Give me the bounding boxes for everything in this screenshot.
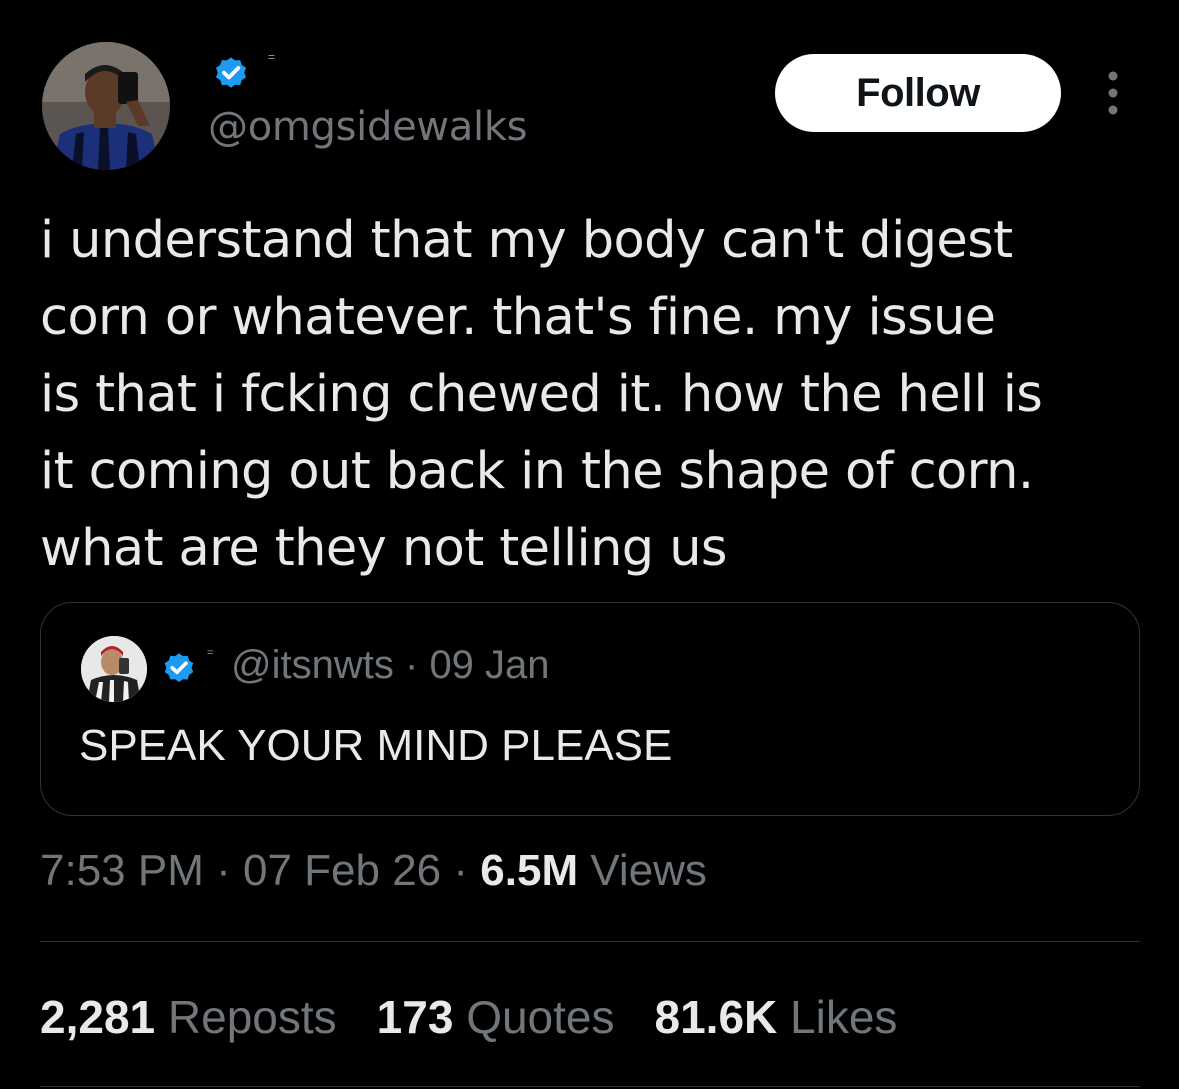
- meta-separator: ·: [453, 846, 469, 895]
- follow-button[interactable]: Follow: [775, 54, 1061, 132]
- quotes-count: 173: [376, 991, 454, 1043]
- likes-stat[interactable]: 81.6K Likes: [655, 991, 898, 1043]
- engagement-stats: 2,281 Reposts 173 Quotes 81.6K Likes: [40, 990, 897, 1044]
- author-handle[interactable]: @omgsidewalks: [208, 104, 528, 150]
- quoted-tweet-card[interactable]: = @itsnwts · 09 Jan SPEAK YOUR MIND PLEA…: [40, 602, 1140, 816]
- quotes-label: Quotes: [466, 991, 615, 1043]
- meta-separator: ·: [216, 846, 231, 895]
- reposts-stat[interactable]: 2,281 Reposts: [40, 991, 337, 1043]
- quote-text: SPEAK YOUR MIND PLEASE: [79, 721, 673, 770]
- quote-author-name-flag: =: [207, 647, 214, 659]
- tweet-meta: 7:53 PM · 07 Feb 26 · 6.5M Views: [40, 846, 707, 896]
- quote-author-handle[interactable]: @itsnwts: [231, 643, 394, 687]
- profile-photo-icon: [81, 636, 147, 702]
- quote-meta: @itsnwts · 09 Jan: [231, 643, 550, 688]
- tweet-date[interactable]: 07 Feb 26: [243, 846, 441, 895]
- views-count: 6.5M: [480, 846, 579, 895]
- divider: [40, 1086, 1140, 1087]
- verified-badge-icon: [164, 653, 194, 683]
- quotes-stat[interactable]: 173 Quotes: [377, 991, 615, 1043]
- quote-separator: ·: [404, 643, 419, 687]
- likes-label: Likes: [790, 991, 898, 1043]
- quote-author-avatar[interactable]: [81, 636, 147, 702]
- more-vertical-icon[interactable]: [1098, 68, 1128, 118]
- quote-date[interactable]: 09 Jan: [429, 643, 549, 687]
- author-name-flag: =: [268, 50, 276, 64]
- reposts-count: 2,281: [40, 991, 156, 1043]
- tweet-time[interactable]: 7:53 PM: [40, 846, 204, 895]
- divider: [40, 941, 1140, 942]
- likes-count: 81.6K: [654, 991, 778, 1043]
- tweet-text: i understand that my body can't digest c…: [40, 211, 1043, 578]
- author-avatar[interactable]: [42, 42, 170, 170]
- verified-badge-icon: [215, 57, 247, 88]
- profile-photo-icon: [42, 42, 170, 170]
- views-label: Views: [590, 846, 707, 895]
- reposts-label: Reposts: [167, 991, 337, 1043]
